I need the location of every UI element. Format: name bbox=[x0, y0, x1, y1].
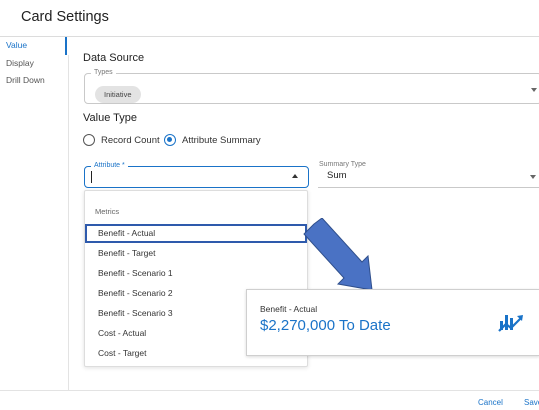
dialog-header: Card Settings bbox=[0, 0, 539, 37]
active-tab-indicator bbox=[65, 37, 67, 55]
summary-type-label: Summary Type bbox=[316, 160, 369, 170]
preview-card-label: Benefit - Actual bbox=[260, 304, 318, 314]
sidebar-item-display[interactable]: Display bbox=[6, 58, 34, 68]
chevron-up-icon[interactable] bbox=[292, 174, 298, 178]
types-field-label: Types bbox=[91, 68, 116, 78]
option-label: Benefit - Scenario 3 bbox=[98, 308, 173, 318]
value-type-title: Value Type bbox=[83, 112, 138, 124]
pointer-arrow-icon bbox=[303, 218, 373, 291]
record-count-label[interactable]: Record Count bbox=[101, 135, 160, 146]
cancel-button[interactable]: Cancel bbox=[478, 398, 503, 407]
types-field[interactable]: Types Initiative bbox=[84, 68, 539, 104]
summary-type-select[interactable]: Summary Type Sum bbox=[316, 160, 539, 188]
sidebar-divider bbox=[68, 55, 69, 390]
option-label: Benefit - Scenario 2 bbox=[98, 288, 173, 298]
attribute-summary-label[interactable]: Attribute Summary bbox=[182, 135, 261, 146]
preview-card-value: $2,270,000 To Date bbox=[260, 317, 391, 334]
dropdown-option-benefit-actual[interactable]: Benefit - Actual bbox=[85, 224, 307, 243]
dropdown-option-benefit-target[interactable]: Benefit - Target bbox=[85, 244, 307, 263]
preview-card: Benefit - Actual $2,270,000 To Date bbox=[246, 289, 539, 356]
attribute-field-label: Attribute * bbox=[91, 161, 128, 171]
dropdown-option-benefit-scenario-1[interactable]: Benefit - Scenario 1 bbox=[85, 264, 307, 283]
data-source-title: Data Source bbox=[83, 52, 145, 64]
attribute-summary-radio[interactable] bbox=[164, 134, 176, 146]
chevron-down-icon[interactable] bbox=[530, 175, 536, 179]
option-label: Benefit - Target bbox=[98, 248, 156, 258]
option-label: Benefit - Scenario 1 bbox=[98, 268, 173, 278]
dialog-title: Card Settings bbox=[21, 9, 109, 25]
chevron-down-icon[interactable] bbox=[531, 88, 537, 92]
initiative-chip[interactable]: Initiative bbox=[95, 86, 141, 103]
save-button[interactable]: Save bbox=[524, 398, 539, 407]
summary-type-value: Sum bbox=[327, 170, 347, 181]
trend-chart-icon bbox=[498, 315, 523, 332]
sidebar-item-value[interactable]: Value bbox=[6, 40, 27, 50]
option-label: Benefit - Actual bbox=[98, 228, 156, 238]
option-label: Cost - Actual bbox=[98, 328, 147, 338]
record-count-radio[interactable] bbox=[83, 134, 95, 146]
dialog-footer: Cancel Save bbox=[0, 390, 539, 410]
sidebar-item-drill-down[interactable]: Drill Down bbox=[6, 75, 45, 85]
sidebar-nav: Value Display Drill Down bbox=[0, 37, 68, 390]
text-caret bbox=[91, 171, 92, 183]
option-label: Cost - Target bbox=[98, 348, 147, 358]
attribute-select[interactable]: Attribute * bbox=[84, 161, 309, 188]
dropdown-group-header: Metrics bbox=[95, 207, 120, 216]
